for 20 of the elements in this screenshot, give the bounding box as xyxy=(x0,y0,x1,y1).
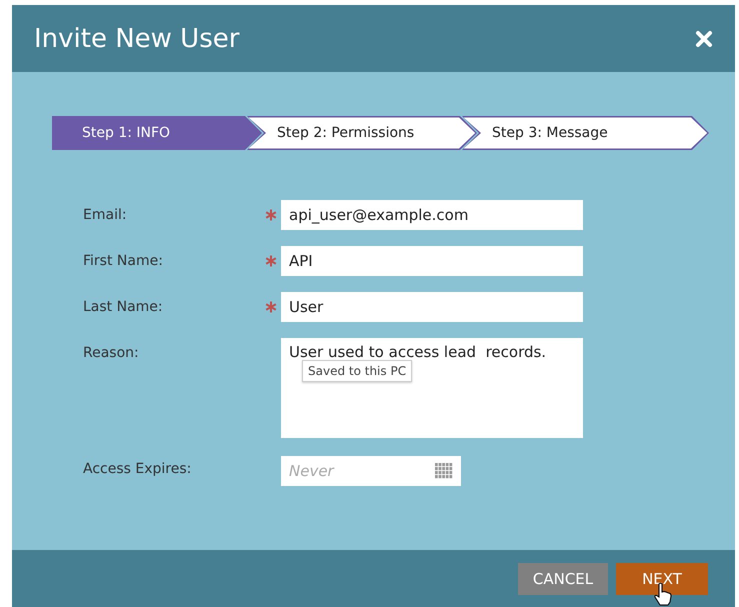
field-label: First Name: xyxy=(83,252,164,271)
close-icon[interactable] xyxy=(695,30,713,48)
step-tab[interactable]: Step 2: Permissions xyxy=(247,116,477,150)
field-label: Access Expires: xyxy=(83,460,192,479)
reason-field[interactable]: User used to access lead records. Saved to this PC xyxy=(281,338,583,438)
field-label: Reason: xyxy=(83,344,140,363)
calendar-icon[interactable] xyxy=(435,463,453,479)
field-label: Email: xyxy=(83,206,128,225)
text-field[interactable]: User xyxy=(281,292,583,322)
cancel-button[interactable]: CANCEL xyxy=(518,562,608,594)
step-tab[interactable]: Step 3: Message xyxy=(462,116,709,150)
hand-cursor-icon xyxy=(654,582,672,606)
text-field[interactable]: API xyxy=(281,246,583,276)
step-tab[interactable]: Step 1: INFO xyxy=(52,116,262,150)
tooltip: Saved to this PC xyxy=(302,360,412,382)
placeholder: Never xyxy=(289,462,334,480)
window-title: Invite New User xyxy=(34,24,240,54)
next-button[interactable]: NEXT xyxy=(616,562,708,594)
field-label: Last Name: xyxy=(83,298,164,317)
text-field[interactable]: api_user@example.com xyxy=(281,200,583,230)
